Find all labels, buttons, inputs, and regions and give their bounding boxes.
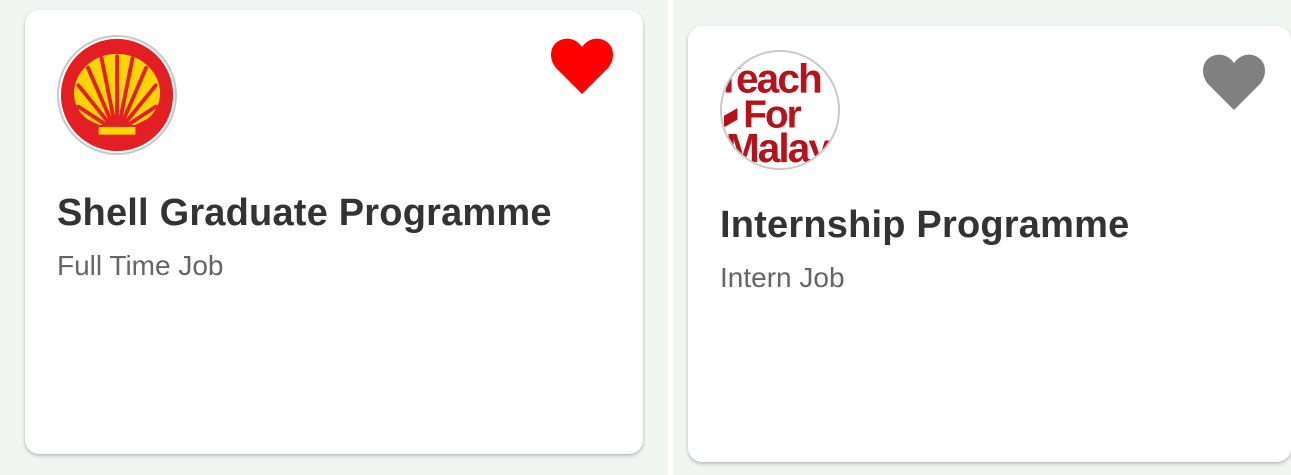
job-type: Intern Job	[720, 262, 845, 293]
logo-text-line-3: Malaysia	[726, 125, 838, 168]
shell-logo-graphic	[60, 38, 174, 152]
teach-for-malaysia-logo-graphic: Teach For Malaysia	[722, 52, 838, 168]
heart-filled-red-icon	[551, 38, 613, 94]
heart-shape	[1203, 54, 1265, 110]
teach-for-malaysia-logo: Teach For Malaysia	[720, 50, 840, 170]
shell-logo	[57, 35, 177, 155]
heart-filled-grey-icon	[1203, 54, 1265, 110]
favorite-heart-icon[interactable]	[550, 38, 614, 96]
job-title: Internship Programme	[720, 204, 1130, 246]
heart-shape	[551, 38, 613, 94]
job-card-internship-programme[interactable]: Teach For Malaysia Internship Programme …	[688, 26, 1291, 462]
favorite-heart-icon[interactable]	[1202, 54, 1266, 112]
job-card-shell-graduate-programme[interactable]: Shell Graduate Programme Full Time Job	[25, 10, 643, 454]
job-type: Full Time Job	[57, 250, 224, 281]
job-title: Shell Graduate Programme	[57, 192, 552, 234]
